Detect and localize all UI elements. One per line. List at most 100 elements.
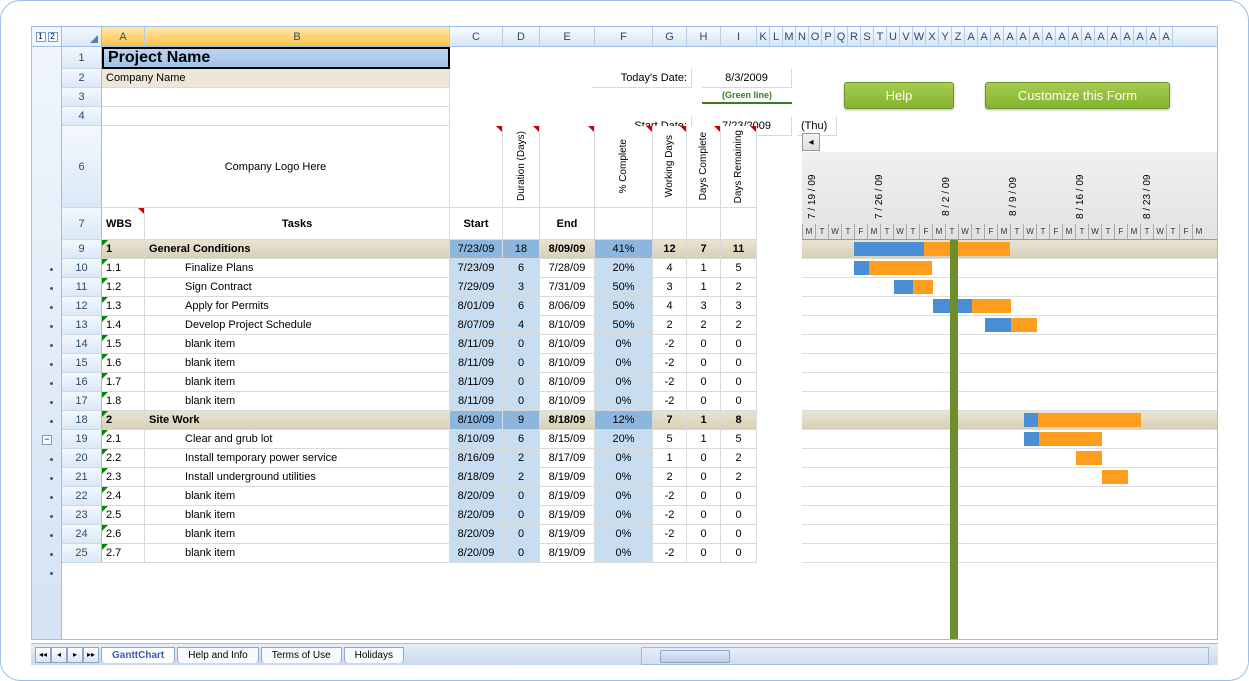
pct-12[interactable]: 0% [595, 468, 653, 487]
col-header-M[interactable]: M [783, 27, 796, 46]
wbs-5[interactable]: 1.5 [102, 335, 145, 354]
task-11[interactable]: Install temporary power service [145, 449, 450, 468]
row-header-9[interactable]: 9 [62, 240, 102, 259]
pct-8[interactable]: 0% [595, 392, 653, 411]
col-header-D[interactable]: D [503, 27, 540, 46]
pct-14[interactable]: 0% [595, 506, 653, 525]
dr-7[interactable]: 0 [721, 373, 757, 392]
task-14[interactable]: blank item [145, 506, 450, 525]
wbs-0[interactable]: 1 [102, 240, 145, 259]
col-header-X[interactable]: X [926, 27, 939, 46]
dr-0[interactable]: 11 [721, 240, 757, 259]
row-header-14[interactable]: 14 [62, 335, 102, 354]
dr-11[interactable]: 2 [721, 449, 757, 468]
dc-14[interactable]: 0 [687, 506, 721, 525]
wd-2[interactable]: 3 [653, 278, 687, 297]
task-6[interactable]: blank item [145, 354, 450, 373]
dc-8[interactable]: 0 [687, 392, 721, 411]
col-header-F[interactable]: F [595, 27, 653, 46]
col-header-I[interactable]: I [721, 27, 757, 46]
dur-6[interactable]: 0 [503, 354, 540, 373]
dc-2[interactable]: 1 [687, 278, 721, 297]
wd-11[interactable]: 1 [653, 449, 687, 468]
wbs-14[interactable]: 2.5 [102, 506, 145, 525]
dr-15[interactable]: 0 [721, 525, 757, 544]
pct-0[interactable]: 41% [595, 240, 653, 259]
pct-6[interactable]: 0% [595, 354, 653, 373]
end-3[interactable]: 8/06/09 [540, 297, 595, 316]
dc-6[interactable]: 0 [687, 354, 721, 373]
task-10[interactable]: Clear and grub lot [145, 430, 450, 449]
pct-10[interactable]: 20% [595, 430, 653, 449]
wd-4[interactable]: 2 [653, 316, 687, 335]
sheet-tab-holidays[interactable]: Holidays [344, 647, 404, 663]
dc-15[interactable]: 0 [687, 525, 721, 544]
wd-9[interactable]: 7 [653, 411, 687, 430]
end-9[interactable]: 8/18/09 [540, 411, 595, 430]
wd-12[interactable]: 2 [653, 468, 687, 487]
row-header-21[interactable]: 21 [62, 468, 102, 487]
pct-2[interactable]: 50% [595, 278, 653, 297]
dur-2[interactable]: 3 [503, 278, 540, 297]
wd-13[interactable]: -2 [653, 487, 687, 506]
task-7[interactable]: blank item [145, 373, 450, 392]
col-header-R[interactable]: R [848, 27, 861, 46]
col-header-A[interactable]: A [1043, 27, 1056, 46]
row-header-17[interactable]: 17 [62, 392, 102, 411]
end-14[interactable]: 8/19/09 [540, 506, 595, 525]
wd-1[interactable]: 4 [653, 259, 687, 278]
dur-16[interactable]: 0 [503, 544, 540, 563]
col-header-E[interactable]: E [540, 27, 595, 46]
dur-11[interactable]: 2 [503, 449, 540, 468]
row-header-25[interactable]: 25 [62, 544, 102, 563]
customize-form-button[interactable]: Customize this Form [985, 82, 1170, 109]
start-11[interactable]: 8/16/09 [450, 449, 503, 468]
task-2[interactable]: Sign Contract [145, 278, 450, 297]
scrollbar-thumb[interactable] [660, 650, 730, 663]
horizontal-scrollbar[interactable] [641, 647, 1209, 665]
cell-a4[interactable] [102, 107, 450, 126]
dr-4[interactable]: 2 [721, 316, 757, 335]
today-date[interactable]: 8/3/2009 [702, 69, 792, 88]
outline-level-buttons[interactable]: 12 [32, 27, 61, 47]
start-1[interactable]: 7/23/09 [450, 259, 503, 278]
dur-15[interactable]: 0 [503, 525, 540, 544]
wbs-6[interactable]: 1.6 [102, 354, 145, 373]
dr-12[interactable]: 2 [721, 468, 757, 487]
company-logo-cell[interactable]: Company Logo Here [102, 126, 450, 208]
cell-a3[interactable] [102, 88, 450, 107]
start-15[interactable]: 8/20/09 [450, 525, 503, 544]
wd-0[interactable]: 12 [653, 240, 687, 259]
sheet-tab-help-and-info[interactable]: Help and Info [177, 647, 259, 663]
col-header-A[interactable]: A [1121, 27, 1134, 46]
dur-3[interactable]: 6 [503, 297, 540, 316]
col-header-L[interactable]: L [770, 27, 783, 46]
dur-9[interactable]: 9 [503, 411, 540, 430]
pct-1[interactable]: 20% [595, 259, 653, 278]
dc-7[interactable]: 0 [687, 373, 721, 392]
col-header-Z[interactable]: Z [952, 27, 965, 46]
wbs-13[interactable]: 2.4 [102, 487, 145, 506]
end-13[interactable]: 8/19/09 [540, 487, 595, 506]
wd-8[interactable]: -2 [653, 392, 687, 411]
wbs-8[interactable]: 1.8 [102, 392, 145, 411]
dc-10[interactable]: 1 [687, 430, 721, 449]
project-name-cell[interactable]: Project Name [102, 47, 450, 69]
row-header-13[interactable]: 13 [62, 316, 102, 335]
dr-2[interactable]: 2 [721, 278, 757, 297]
col-header-H[interactable]: H [687, 27, 721, 46]
dc-13[interactable]: 0 [687, 487, 721, 506]
col-header-A[interactable]: A [1004, 27, 1017, 46]
pct-11[interactable]: 0% [595, 449, 653, 468]
col-header-P[interactable]: P [822, 27, 835, 46]
row-header-19[interactable]: 19 [62, 430, 102, 449]
row-header-2[interactable]: 2 [62, 69, 102, 88]
end-11[interactable]: 8/17/09 [540, 449, 595, 468]
col-header-A[interactable]: A [1082, 27, 1095, 46]
col-header-N[interactable]: N [796, 27, 809, 46]
dur-7[interactable]: 0 [503, 373, 540, 392]
col-header-A[interactable]: A [978, 27, 991, 46]
column-headers[interactable]: ABCDEFGHIKLMNOPQRSTUVWXYZAAAAAAAAAAAAAAA… [62, 27, 1217, 47]
dr-6[interactable]: 0 [721, 354, 757, 373]
col-header-O[interactable]: O [809, 27, 822, 46]
